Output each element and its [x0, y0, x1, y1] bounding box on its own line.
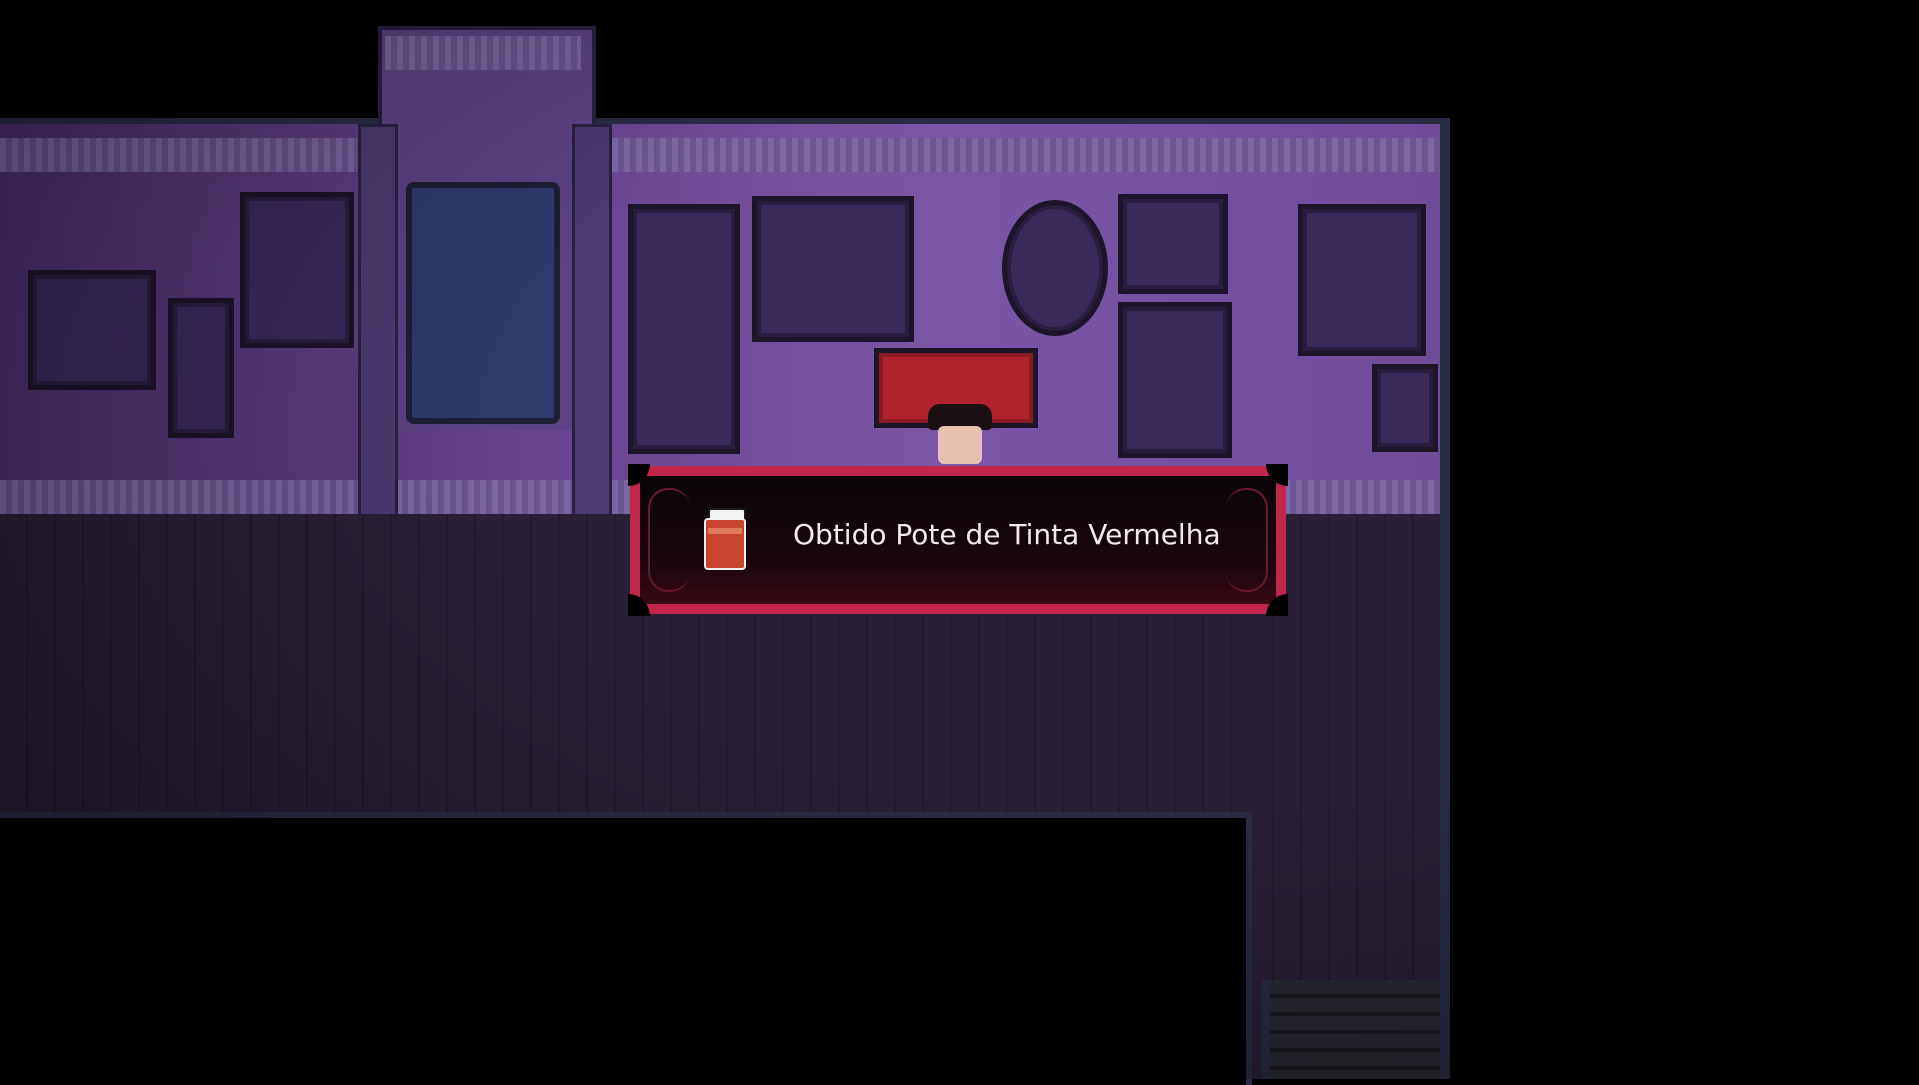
alcove-border: [385, 36, 581, 70]
stairs-down[interactable]: [1262, 980, 1448, 1079]
portrait-demon-queen[interactable]: [1298, 204, 1426, 356]
pillar-right: [572, 124, 612, 530]
portrait-bald-figure[interactable]: [1118, 194, 1228, 294]
portrait-skull-demon[interactable]: [1118, 302, 1232, 458]
pillar-left: [358, 124, 398, 530]
red-paint-jar-icon: [704, 508, 746, 572]
void-area: [0, 812, 1252, 1085]
portrait-curly-hair[interactable]: [752, 196, 914, 342]
hallway-door[interactable]: [406, 182, 560, 424]
portrait-horned-girl[interactable]: [240, 192, 354, 348]
portrait-goat[interactable]: [28, 270, 156, 390]
portrait-oval-horned[interactable]: [1002, 200, 1108, 336]
wall-border-top: [0, 138, 1445, 172]
ornament-right: [1226, 488, 1268, 592]
ornament-left: [648, 488, 690, 592]
portrait-screaming-ghost[interactable]: [628, 204, 740, 454]
player-character: [920, 404, 1000, 464]
notification-message: Obtido Pote de Tinta Vermelha: [793, 518, 1221, 551]
wall-outline-right: [1440, 120, 1450, 1079]
portrait-silhouette[interactable]: [168, 298, 234, 438]
item-obtained-notification: Obtido Pote de Tinta Vermelha: [628, 464, 1288, 616]
portrait-shadow[interactable]: [1372, 364, 1438, 452]
